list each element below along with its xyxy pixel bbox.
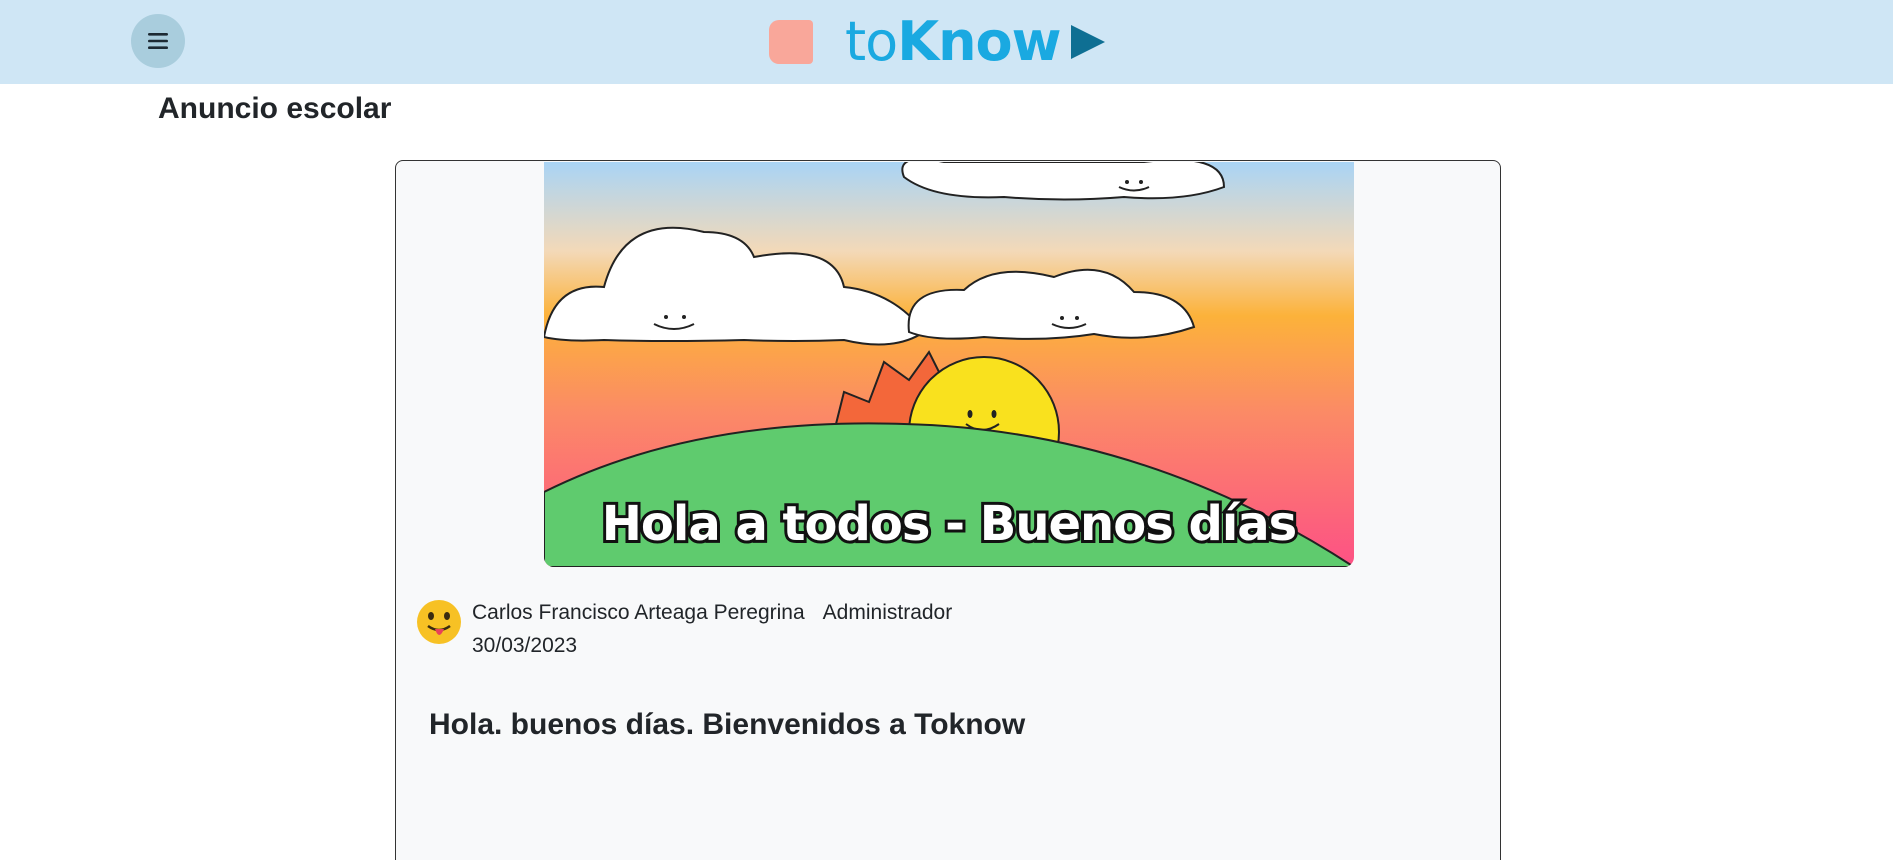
logo-text-to: to	[845, 10, 898, 73]
menu-button[interactable]	[131, 14, 185, 68]
tongue-out-emoji-icon	[417, 600, 461, 644]
post-author-info: Carlos Francisco Arteaga Peregrina Admini…	[472, 601, 952, 625]
hamburger-menu-icon	[148, 33, 168, 49]
logo-square-shape	[769, 20, 813, 64]
post-date: 30/03/2023	[472, 634, 578, 657]
author-name[interactable]: Carlos Francisco Arteaga Peregrina	[472, 601, 805, 624]
page-title: Anuncio escolar	[158, 92, 392, 125]
top-navbar: toKnow	[0, 0, 1893, 84]
post-body-text: Hola. buenos días. Bienvenidos a Toknow	[429, 708, 1026, 741]
author-role: Administrador	[822, 601, 953, 624]
toknow-logo[interactable]: toKnow	[769, 12, 1109, 72]
logo-text-know: Know	[897, 10, 1061, 73]
play-icon	[1070, 25, 1105, 59]
logo-wordmark: toKnow	[845, 10, 1062, 73]
announcement-image: Hola a todos - Buenos días	[544, 162, 1354, 567]
image-caption-text: Hola a todos - Buenos días	[602, 496, 1297, 552]
announcement-card: Hola a todos - Buenos días Carlos Franci…	[395, 160, 1501, 860]
